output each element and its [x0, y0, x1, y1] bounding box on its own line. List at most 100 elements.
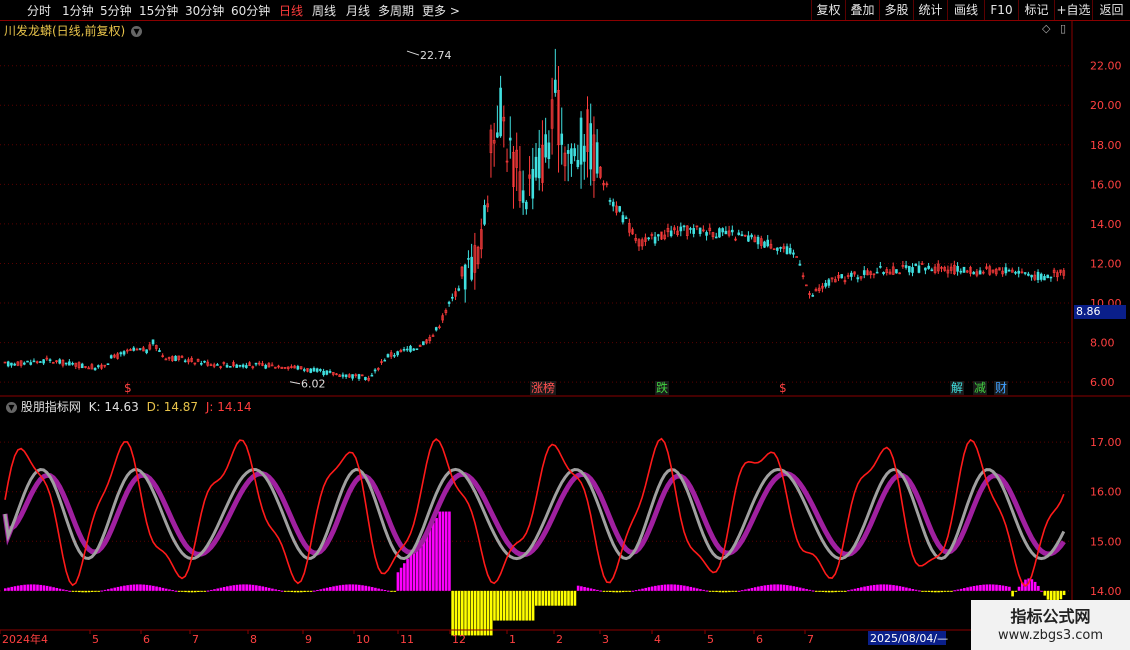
period-tab-1[interactable]: 1分钟 [62, 2, 94, 19]
main-chart-title[interactable]: 川发龙蟒(日线,前复权) ▼ [4, 22, 143, 39]
candle-body [534, 156, 538, 178]
histogram-bar [818, 590, 821, 592]
histogram-bar [641, 588, 644, 591]
period-tab-8[interactable]: 月线 [346, 2, 370, 19]
histogram-bar [425, 531, 429, 591]
histogram-bar [515, 590, 519, 621]
histogram-bar [821, 590, 825, 592]
candle-body [811, 295, 815, 297]
histogram-bar [988, 584, 992, 591]
histogram-bar [924, 590, 928, 592]
histogram-bar [1004, 586, 1008, 591]
candle-body [200, 362, 203, 365]
candle-body [589, 123, 593, 170]
candle-body [119, 352, 123, 355]
histogram-bar [837, 590, 841, 592]
low-label: 6.02 [301, 378, 326, 391]
histogram-bar [995, 584, 998, 591]
period-tab-0[interactable]: 分时 [27, 2, 51, 19]
candle-body [927, 265, 930, 269]
j-line [4, 437, 1065, 587]
candle-body [106, 363, 110, 366]
histogram-bar [895, 585, 899, 591]
candle-body [537, 148, 541, 179]
period-tab-10[interactable]: 更多 > [422, 2, 460, 19]
candle-body [544, 134, 547, 158]
period-tab-7[interactable]: 周线 [312, 2, 336, 19]
histogram-bar [692, 587, 696, 591]
candle-body [962, 266, 966, 273]
candle-body [499, 87, 502, 137]
histogram-bar [329, 587, 332, 591]
histogram-bar [428, 527, 432, 591]
toolbar-button-4[interactable]: 画线 [947, 0, 984, 20]
histogram-bar [370, 587, 374, 591]
histogram-bar [1017, 586, 1021, 591]
histogram-bar [956, 589, 960, 591]
toolbar-button-3[interactable]: 统计 [913, 0, 947, 20]
histogram-bar [721, 590, 725, 593]
candle-body [653, 236, 657, 244]
event-marker-3[interactable]: $ [778, 381, 788, 395]
event-marker-6[interactable]: 财 [994, 381, 1009, 395]
event-marker-1[interactable]: 涨榜 [530, 381, 557, 395]
candle-body [850, 272, 853, 277]
period-tab-6[interactable]: 日线 [279, 2, 303, 19]
indicator-title-bar[interactable]: ▼ 股朋指标网 K: 14.63 D: 14.87 J: 14.14 [4, 398, 252, 415]
candle-body [447, 301, 451, 304]
toolbar-button-8[interactable]: 返回 [1092, 0, 1130, 20]
candle-body [1039, 273, 1043, 280]
histogram-bar [361, 585, 364, 591]
candle-body [792, 252, 795, 255]
histogram-bar [364, 585, 368, 591]
toolbar-button-1[interactable]: 叠加 [845, 0, 879, 20]
toolbar-button-2[interactable]: 多股 [879, 0, 913, 20]
toolbar-button-7[interactable]: +自选 [1054, 0, 1092, 20]
period-tab-9[interactable]: 多周期 [378, 2, 414, 19]
candle-body [109, 355, 113, 359]
period-tab-3[interactable]: 15分钟 [139, 2, 178, 19]
histogram-bar [222, 586, 226, 591]
histogram-bar [911, 589, 915, 591]
candle-body [451, 296, 454, 299]
histogram-bar [129, 584, 133, 591]
toolbar-button-0[interactable]: 复权 [811, 0, 845, 20]
candle-body [396, 351, 399, 356]
low-pointer [289, 381, 301, 385]
toolbar-button-6[interactable]: 标记 [1018, 0, 1054, 20]
chart-canvas[interactable]: 22.0020.0018.0016.0014.0012.0010.008.006… [0, 0, 1130, 650]
ind-y-tick: 15.00 [1090, 535, 1122, 548]
candle-body [718, 228, 721, 238]
histogram-bar [148, 585, 152, 591]
event-marker-2[interactable]: 跌 [655, 381, 670, 395]
histogram-bar [596, 589, 599, 591]
diamond-icon[interactable]: ◇ [1042, 22, 1050, 35]
histogram-bar [348, 584, 351, 591]
histogram-bar [258, 585, 261, 591]
period-tab-2[interactable]: 5分钟 [100, 2, 132, 19]
main-y-tick: 18.00 [1090, 139, 1122, 152]
chevron-down-icon[interactable]: ▼ [6, 402, 17, 413]
histogram-bar [551, 590, 554, 606]
histogram-bar [998, 585, 1002, 591]
histogram-bar [338, 585, 342, 591]
chevron-down-icon[interactable]: ▼ [131, 26, 143, 37]
period-tab-5[interactable]: 60分钟 [231, 2, 270, 19]
histogram-bar [235, 584, 239, 591]
period-tab-4[interactable]: 30分钟 [185, 2, 224, 19]
toolbar-button-5[interactable]: F10 [984, 0, 1018, 20]
histogram-bar [444, 511, 448, 591]
candle-body [132, 347, 136, 351]
histogram-bar [467, 590, 471, 636]
event-marker-0[interactable]: $ [123, 381, 133, 395]
event-marker-5[interactable]: 减 [973, 381, 988, 395]
histogram-bar [367, 586, 371, 591]
event-marker-4[interactable]: 解 [950, 381, 965, 395]
histogram-bar [728, 590, 731, 593]
histogram-bar [351, 584, 355, 591]
histogram-bar [386, 590, 390, 592]
menu-icon[interactable]: ▯ [1060, 22, 1066, 35]
histogram-bar [229, 585, 232, 591]
candle-body [1004, 267, 1008, 274]
candle-body [1017, 270, 1021, 274]
